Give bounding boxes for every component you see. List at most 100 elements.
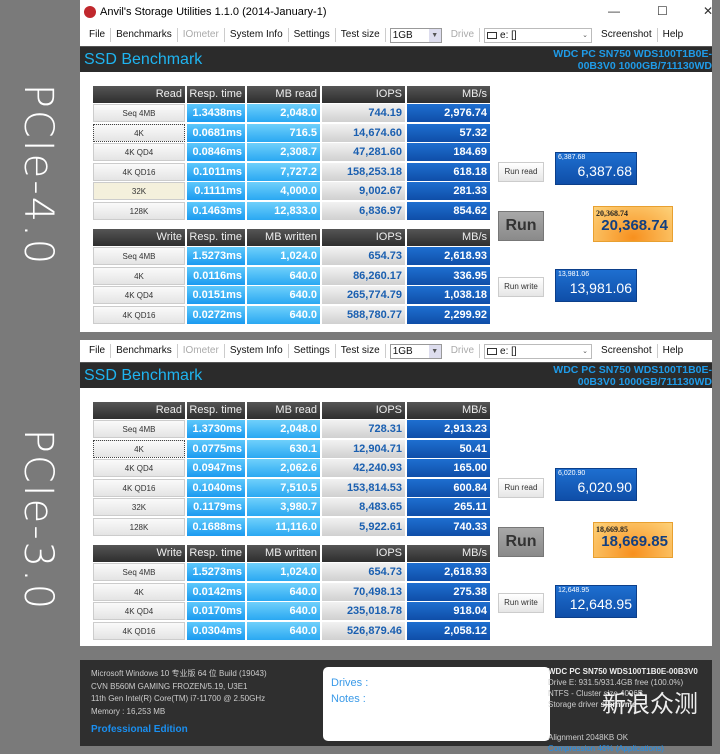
menu-file[interactable]: File	[84, 28, 112, 42]
menu-settings[interactable]: Settings	[289, 344, 336, 358]
test-size-value: 1GB	[392, 345, 413, 357]
read-test-name-button[interactable]: 32K	[93, 498, 185, 517]
read-test-name-button[interactable]: 128K	[93, 202, 185, 220]
write-test-name-button[interactable]: Seq 4MB	[93, 247, 185, 265]
read-iops: 14,674.60	[322, 123, 405, 142]
read-test-name-button[interactable]: 128K	[93, 518, 185, 536]
alignment-info: Alignment 2048KB OK	[548, 733, 629, 742]
read-test-name-button[interactable]: Seq 4MB	[93, 104, 185, 122]
benchmark-window-pcie3: File Benchmarks IOmeter System Info Settings…	[80, 340, 712, 646]
drive-select[interactable]: e: [] ⌄	[484, 27, 593, 43]
read-test-name-button[interactable]: 4K QD4	[93, 143, 185, 162]
read-mb-value: 2,062.6	[247, 459, 320, 478]
drive-icon	[487, 31, 498, 39]
menu-benchmarks[interactable]: Benchmarks	[111, 28, 178, 42]
test-size-select[interactable]: 1GB ▼	[389, 27, 442, 43]
menu-bar: File Benchmarks IOmeter System Info Settings…	[80, 24, 712, 46]
minimize-button[interactable]: —	[608, 4, 620, 18]
menu-system-info[interactable]: System Info	[225, 28, 289, 42]
dropdown-arrow-icon[interactable]: ▼	[428, 344, 441, 358]
column-header-read: Read	[93, 86, 185, 103]
read-resp-time: 0.1179ms	[187, 498, 245, 517]
run-button[interactable]: Run	[498, 211, 544, 241]
read-mb-per-sec: 57.32	[407, 123, 490, 142]
write-test-name-button[interactable]: 4K	[93, 266, 185, 285]
read-score-box: 6,020.90 6,020.90	[555, 468, 637, 501]
menu-screenshot[interactable]: Screenshot	[596, 28, 658, 42]
read-iops: 42,240.93	[322, 459, 405, 478]
run-write-button[interactable]: Run write	[498, 593, 544, 613]
write-test-name-button[interactable]: 4K QD16	[93, 305, 185, 324]
column-header-write: Write	[93, 545, 185, 562]
read-mb-per-sec: 50.41	[407, 439, 490, 458]
write-score-small: 12,648.95	[558, 587, 590, 594]
menu-settings[interactable]: Settings	[289, 28, 336, 42]
menu-benchmarks[interactable]: Benchmarks	[111, 344, 178, 358]
write-resp-time: 1.5273ms	[187, 247, 245, 265]
menu-iometer[interactable]: IOmeter	[178, 28, 225, 42]
dropdown-arrow-icon[interactable]: ▼	[428, 28, 441, 42]
chevron-down-icon[interactable]: ⌄	[579, 345, 591, 358]
read-test-name-button[interactable]: 4K	[93, 439, 185, 458]
write-resp-time: 0.0304ms	[187, 621, 245, 640]
run-read-button[interactable]: Run read	[498, 162, 544, 182]
read-test-name-button[interactable]: 4K	[93, 123, 185, 142]
read-score-small: 6,387.68	[558, 154, 586, 161]
column-header-write: Resp. time	[187, 229, 245, 246]
maximize-button[interactable]: ☐	[657, 4, 668, 18]
read-resp-time: 0.1011ms	[187, 162, 245, 181]
write-test-name-button[interactable]: 4K QD4	[93, 602, 185, 621]
write-test-name-button[interactable]: Seq 4MB	[93, 563, 185, 581]
test-size-select[interactable]: 1GB ▼	[389, 343, 442, 359]
write-score-box: 12,648.95 12,648.95	[555, 585, 637, 618]
notes-box[interactable]: Drives : Notes :	[323, 667, 550, 741]
model-line-2: 00B3V0 1000GB/711130WD	[577, 60, 712, 72]
menu-file[interactable]: File	[84, 344, 112, 358]
close-button[interactable]: ✕	[703, 4, 713, 18]
write-mb-value: 640.0	[247, 305, 320, 324]
write-iops: 654.73	[322, 563, 405, 581]
benchmark-window-pcie4: Anvil's Storage Utilities 1.1.0 (2014-Ja…	[80, 0, 713, 332]
read-test-name-button[interactable]: 4K QD16	[93, 162, 185, 181]
compression-info: Compression 46% (Applications)	[548, 744, 665, 753]
column-header-write: IOPS	[322, 545, 405, 562]
write-mb-value: 640.0	[247, 286, 320, 305]
run-button[interactable]: Run	[498, 527, 544, 557]
menu-screenshot[interactable]: Screenshot	[596, 344, 658, 358]
read-test-name-button[interactable]: Seq 4MB	[93, 420, 185, 438]
column-header-read: Resp. time	[187, 86, 245, 103]
write-mb-per-sec: 2,058.12	[407, 621, 490, 640]
read-mb-value: 12,833.0	[247, 202, 320, 220]
write-resp-time: 0.0170ms	[187, 602, 245, 621]
read-mb-per-sec: 2,913.23	[407, 420, 490, 438]
write-test-name-button[interactable]: 4K QD16	[93, 621, 185, 640]
write-mb-value: 640.0	[247, 602, 320, 621]
read-test-name-button[interactable]: 32K	[93, 182, 185, 201]
column-header-write: MB written	[247, 545, 320, 562]
total-score: 20,368.74	[601, 217, 668, 234]
menu-iometer[interactable]: IOmeter	[178, 344, 225, 358]
read-test-name-button[interactable]: 4K QD16	[93, 478, 185, 497]
read-test-name-button[interactable]: 4K QD4	[93, 459, 185, 478]
read-iops: 158,253.18	[322, 162, 405, 181]
read-resp-time: 0.0775ms	[187, 439, 245, 458]
side-label-pcie4: PCIe-4.0	[15, 83, 61, 267]
write-score: 13,981.06	[569, 280, 632, 296]
column-header-write: IOPS	[322, 229, 405, 246]
watermark-logo: 新浪众测	[602, 690, 698, 718]
benchmark-header: SSD Benchmark WDC PC SN750 WDS100T1B0E- 00…	[80, 362, 712, 388]
read-mb-value: 2,048.0	[247, 104, 320, 122]
run-write-button[interactable]: Run write	[498, 277, 544, 297]
menu-help[interactable]: Help	[658, 344, 689, 358]
drive-select[interactable]: e: [] ⌄	[484, 343, 593, 359]
cpu-info: 11th Gen Intel(R) Core(TM) i7-11700 @ 2.…	[91, 694, 266, 703]
write-test-name-button[interactable]: 4K QD4	[93, 286, 185, 305]
chevron-down-icon[interactable]: ⌄	[579, 29, 591, 42]
read-mb-per-sec: 265.11	[407, 498, 490, 517]
menu-help[interactable]: Help	[658, 28, 689, 42]
read-mb-per-sec: 854.62	[407, 202, 490, 220]
write-test-name-button[interactable]: 4K	[93, 582, 185, 601]
write-iops: 235,018.78	[322, 602, 405, 621]
menu-system-info[interactable]: System Info	[225, 344, 289, 358]
run-read-button[interactable]: Run read	[498, 478, 544, 498]
